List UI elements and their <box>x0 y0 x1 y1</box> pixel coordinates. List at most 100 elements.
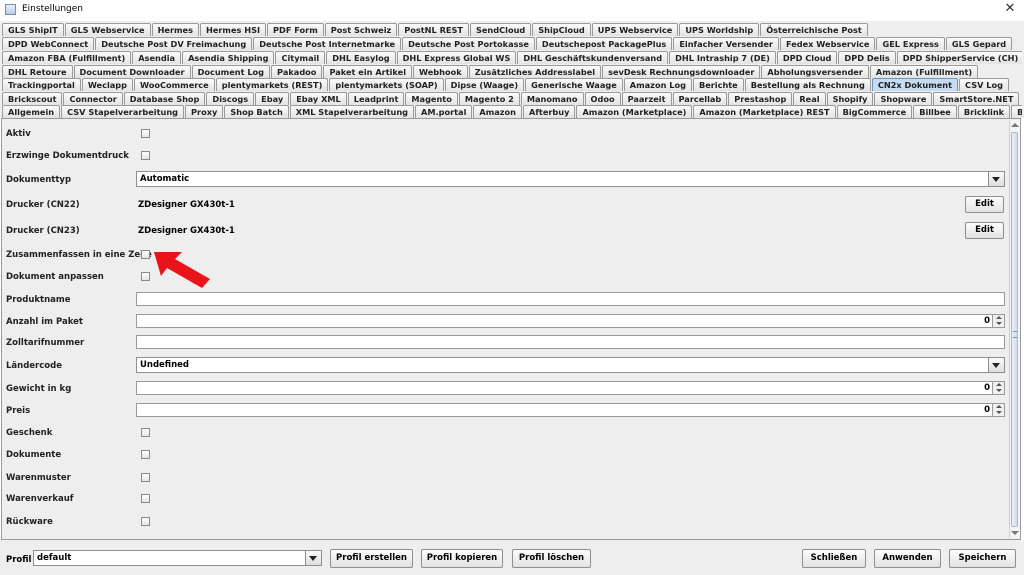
tab-sevdesk-rechnungsdownloader[interactable]: sevDesk Rechnungsdownloader <box>602 65 761 78</box>
tab-document-log[interactable]: Document Log <box>191 65 271 78</box>
tab-afterbuy[interactable]: Afterbuy <box>523 105 576 118</box>
spinner-down-icon[interactable] <box>996 411 1002 414</box>
checkbox-warenmuster[interactable] <box>141 473 150 482</box>
tab-ups-worldship[interactable]: UPS Worldship <box>679 23 760 36</box>
tab-amazon-fulfillment[interactable]: Amazon (Fulfillment) <box>869 65 979 78</box>
tab-dhl-easylog[interactable]: DHL Easylog <box>326 51 396 64</box>
tab-shipcloud[interactable]: ShipCloud <box>532 23 591 36</box>
chevron-down-icon[interactable] <box>988 358 1004 372</box>
tab-pdf-form[interactable]: PDF Form <box>267 23 324 36</box>
schliessen-button[interactable]: Schließen <box>802 549 866 568</box>
tab-dpd-delis[interactable]: DPD Delis <box>838 51 896 64</box>
tab-prestashop[interactable]: Prestashop <box>728 92 793 105</box>
tab-brickscout[interactable]: Brickscout <box>2 92 63 105</box>
tab-csv-log[interactable]: CSV Log <box>959 78 1009 91</box>
scrollbar-thumb[interactable] <box>1011 132 1018 527</box>
tab-dpd-cloud[interactable]: DPD Cloud <box>776 51 838 64</box>
profil-kopieren-button[interactable]: Profil kopieren <box>421 549 503 568</box>
tab-amazon-log[interactable]: Amazon Log <box>623 78 692 91</box>
tab-hermes[interactable]: Hermes <box>151 23 199 36</box>
tab-shopware[interactable]: Shopware <box>874 92 933 105</box>
tab-paket-ein-artikel[interactable]: Paket ein Artikel <box>323 65 413 78</box>
tab-post-schweiz[interactable]: Post Schweiz <box>324 23 398 36</box>
tab-webhook[interactable]: Webhook <box>413 65 468 78</box>
checkbox-zusammenfassen[interactable] <box>141 250 150 259</box>
tab-deutsche-post-internetmarke[interactable]: Deutsche Post Internetmarke <box>253 37 402 50</box>
tab-gls-gepard[interactable]: GLS Gepard <box>945 37 1013 50</box>
tab-deutschepost-packageplus[interactable]: Deutschepost PackagePlus <box>535 37 673 50</box>
tab-asendia[interactable]: Asendia <box>132 51 182 64</box>
checkbox-geschenk[interactable] <box>141 428 150 437</box>
laendercode-select[interactable]: Undefined <box>136 357 1005 373</box>
tab-discogs[interactable]: Discogs <box>206 92 255 105</box>
tab-weclapp[interactable]: Weclapp <box>81 78 134 91</box>
tab-allgemein[interactable]: Allgemein <box>2 105 61 118</box>
tab-magento[interactable]: Magento <box>405 92 458 105</box>
tab-woocommerce[interactable]: WooCommerce <box>134 78 215 91</box>
tab-bricklink[interactable]: Bricklink <box>957 105 1011 118</box>
tab-shopify[interactable]: Shopify <box>826 92 874 105</box>
tab-bestellung-als-rechnung[interactable]: Bestellung als Rechnung <box>744 78 871 91</box>
tab-document-downloader[interactable]: Document Downloader <box>73 65 191 78</box>
tab-ups-webservice[interactable]: UPS Webservice <box>591 23 679 36</box>
tab-gls-shipit[interactable]: GLS ShipIT <box>2 23 64 36</box>
tab-database-shop[interactable]: Database Shop <box>123 92 206 105</box>
checkbox-dokument-anpassen[interactable] <box>141 272 150 281</box>
checkbox-aktiv[interactable] <box>141 129 150 138</box>
tab-plentymarkets-soap[interactable]: plentymarkets (SOAP) <box>329 78 444 91</box>
speichern-button[interactable]: Speichern <box>949 549 1016 568</box>
tab-abholungsversender[interactable]: Abholungsversender <box>761 65 869 78</box>
tab-ebay[interactable]: Ebay <box>255 92 290 105</box>
tab-amazon[interactable]: Amazon <box>473 105 523 118</box>
tab-hermes-hsi[interactable]: Hermes HSI <box>199 23 267 36</box>
spinner-up-icon[interactable] <box>996 316 1002 319</box>
produktname-input[interactable] <box>136 292 1005 306</box>
tab-postnl-rest[interactable]: PostNL REST <box>398 23 469 36</box>
tab-amazon-marketplace[interactable]: Amazon (Marketplace) <box>576 105 693 118</box>
tab-odoo[interactable]: Odoo <box>584 92 621 105</box>
tab-berichte[interactable]: Berichte <box>692 78 744 91</box>
spinner-buttons[interactable] <box>992 382 1004 394</box>
tab-ebay-xml[interactable]: Ebay XML <box>290 92 347 105</box>
tab-gls-webservice[interactable]: GLS Webservice <box>64 23 151 36</box>
tab-asendia-shipping[interactable]: Asendia Shipping <box>182 51 275 64</box>
tab-plentymarkets-rest[interactable]: plentymarkets (REST) <box>215 78 329 91</box>
tab-shop-batch[interactable]: Shop Batch <box>224 105 289 118</box>
tab-trackingportal[interactable]: Trackingportal <box>2 78 81 91</box>
tab-dhl-express-global-ws[interactable]: DHL Express Global WS <box>396 51 517 64</box>
spinner-up-icon[interactable] <box>996 405 1002 408</box>
close-icon[interactable]: ✕ <box>1002 1 1018 17</box>
checkbox-erzwinge-dokumentdruck[interactable] <box>141 151 150 160</box>
preis-spinner[interactable]: 0 <box>136 403 1005 417</box>
chevron-down-icon[interactable] <box>988 172 1004 186</box>
tab-cn2x-dokument[interactable]: CN2x Dokument <box>871 78 959 91</box>
tab-magento-2[interactable]: Magento 2 <box>458 92 520 105</box>
tab-dhl-geschäftskundenversand[interactable]: DHL Geschäftskundenversand <box>517 51 669 64</box>
anzahl-im-paket-spinner[interactable]: 0 <box>136 314 1005 328</box>
checkbox-rueckware[interactable] <box>141 517 150 526</box>
profil-loeschen-button[interactable]: Profil löschen <box>512 549 591 568</box>
profil-select[interactable]: default <box>33 550 322 566</box>
tab-dhl-retoure[interactable]: DHL Retoure <box>2 65 73 78</box>
tab-bigcommerce[interactable]: BigCommerce <box>836 105 913 118</box>
vertical-scrollbar[interactable] <box>1009 120 1020 538</box>
scroll-up-icon[interactable] <box>1011 123 1019 127</box>
tab-manomano[interactable]: Manomano <box>520 92 584 105</box>
tab-connector[interactable]: Connector <box>63 92 123 105</box>
tab-sendcloud[interactable]: SendCloud <box>469 23 532 36</box>
chevron-down-icon[interactable] <box>305 551 321 565</box>
checkbox-dokumente[interactable] <box>141 450 150 459</box>
tab-pakadoo[interactable]: Pakadoo <box>271 65 323 78</box>
tab-gel-express[interactable]: GEL Express <box>876 37 945 50</box>
tab-csv-stapelverarbeitung[interactable]: CSV Stapelverarbeitung <box>61 105 185 118</box>
tab-dpd-webconnect[interactable]: DPD WebConnect <box>2 37 95 50</box>
tab-xml-stapelverarbeitung[interactable]: XML Stapelverarbeitung <box>289 105 415 118</box>
spinner-down-icon[interactable] <box>996 389 1002 392</box>
dokumenttyp-select[interactable]: Automatic <box>136 171 1005 187</box>
spinner-down-icon[interactable] <box>996 322 1002 325</box>
tab-dipse-waage[interactable]: Dipse (Waage) <box>444 78 525 91</box>
zolltarifnummer-input[interactable] <box>136 335 1005 349</box>
tab-paarzeit[interactable]: Paarzeit <box>621 92 672 105</box>
tab-real[interactable]: Real <box>793 92 826 105</box>
tab-einfacher-versender[interactable]: Einfacher Versender <box>673 37 779 50</box>
